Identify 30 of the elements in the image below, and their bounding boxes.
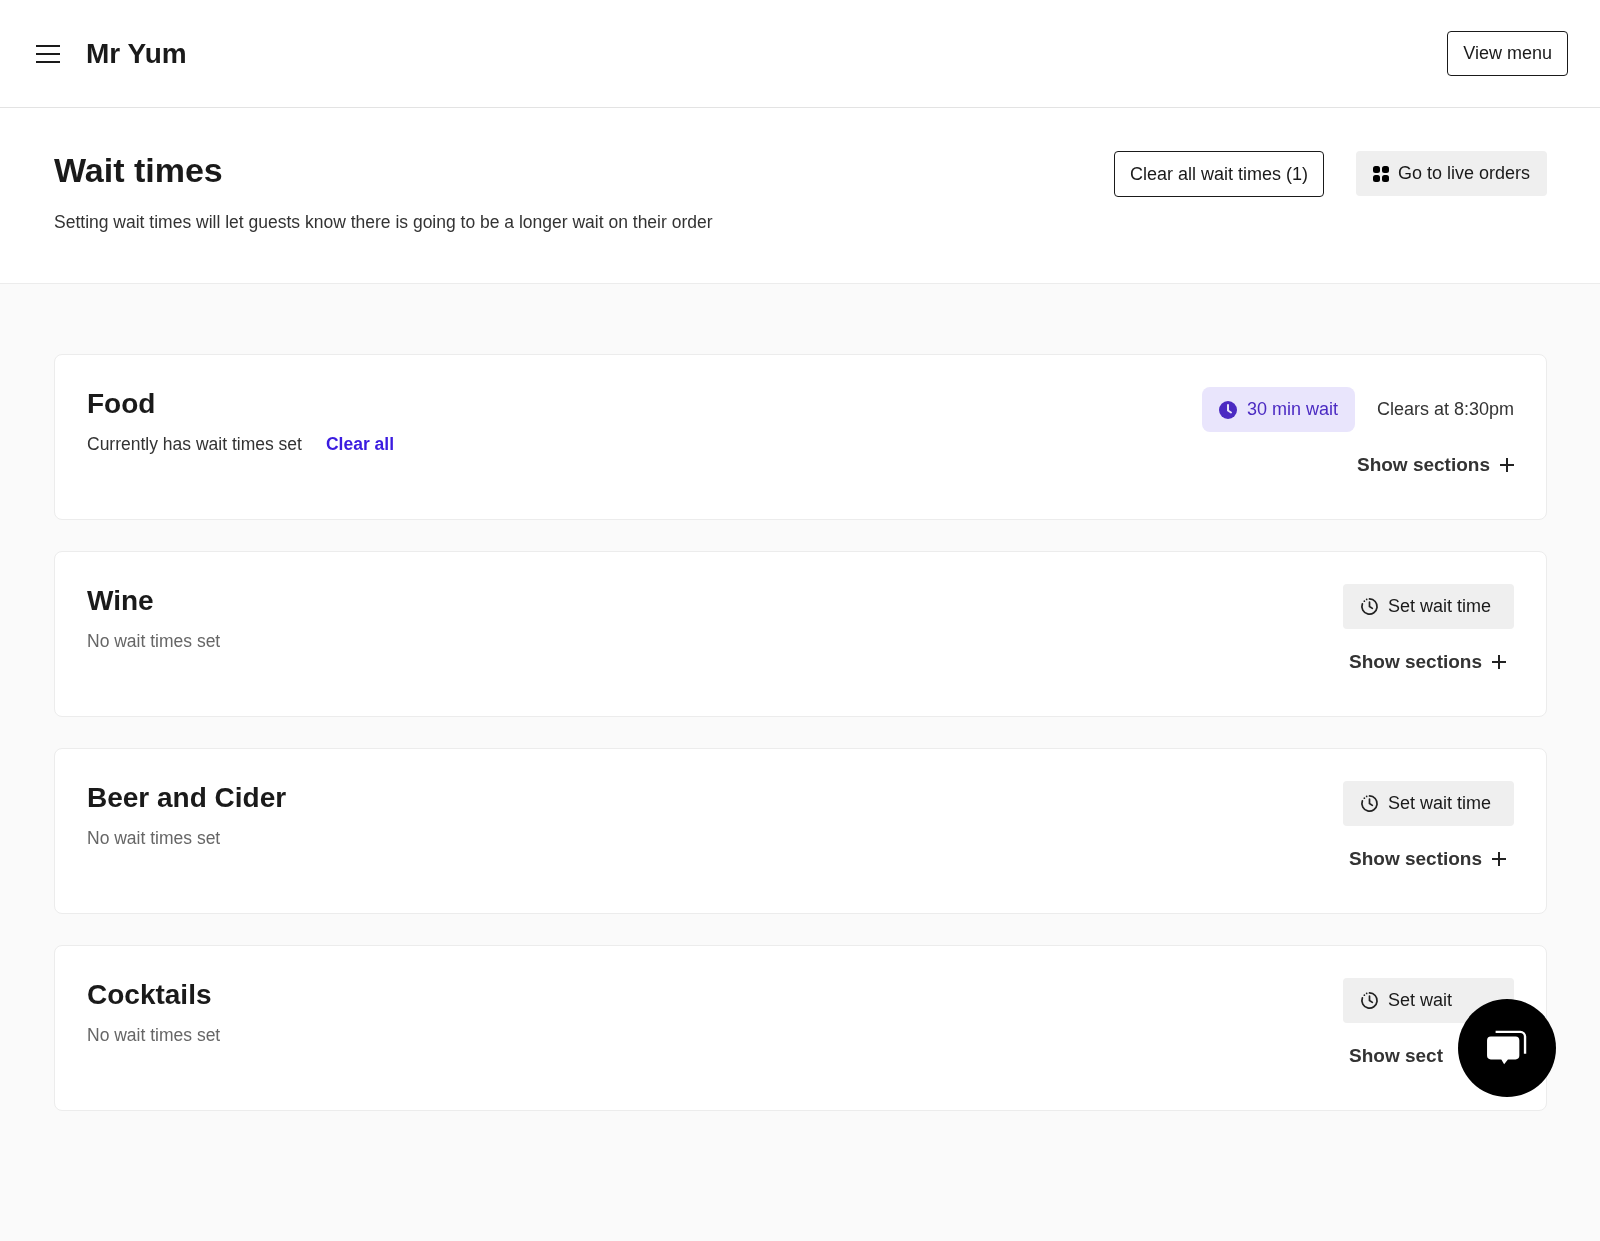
wait-time-badge: 30 min wait bbox=[1201, 387, 1355, 432]
brand-name: Mr Yum bbox=[86, 37, 187, 70]
wait-status: No wait times set bbox=[87, 1025, 221, 1046]
category-title: Wine bbox=[87, 584, 155, 618]
show-sections-link[interactable]: Show sect bbox=[1349, 1044, 1443, 1068]
clear-all-link[interactable]: Clear all bbox=[325, 434, 395, 455]
timer-icon bbox=[1360, 597, 1379, 616]
show-sections-link[interactable]: Show sections bbox=[1349, 847, 1507, 871]
wait-status: No wait times set bbox=[87, 828, 221, 849]
timer-icon bbox=[1360, 794, 1379, 813]
chat-bubble-icon bbox=[1486, 1029, 1528, 1067]
timer-icon bbox=[1360, 991, 1379, 1010]
category-title: Beer and Cider bbox=[87, 781, 287, 815]
view-menu-button[interactable]: View menu bbox=[1447, 31, 1568, 76]
page-title: Wait times bbox=[54, 151, 224, 190]
set-wait-time-button[interactable]: Set wait time bbox=[1343, 584, 1514, 629]
show-sections-link[interactable]: Show sections bbox=[1349, 650, 1507, 674]
menu-icon[interactable] bbox=[36, 44, 60, 63]
show-sections-link[interactable]: Show sections bbox=[1356, 453, 1514, 477]
wait-status: No wait times set bbox=[87, 631, 221, 652]
category-title: Cocktails bbox=[87, 978, 213, 1012]
page-description: Setting wait times will let guests know there is going to be a longer wait on their order bbox=[54, 212, 713, 233]
clear-all-wait-times-button[interactable]: Clear all wait times (1) bbox=[1113, 151, 1324, 197]
live-orders-button[interactable]: Go to live orders bbox=[1355, 151, 1547, 196]
wait-status: Currently has wait times set bbox=[87, 434, 302, 455]
clock-icon bbox=[1218, 400, 1237, 419]
grid-icon bbox=[1372, 165, 1389, 182]
category-title: Food bbox=[87, 387, 157, 421]
clears-at-text: Clears at 8:30pm bbox=[1376, 399, 1514, 420]
set-wait-time-button[interactable]: Set wait time bbox=[1343, 781, 1514, 826]
